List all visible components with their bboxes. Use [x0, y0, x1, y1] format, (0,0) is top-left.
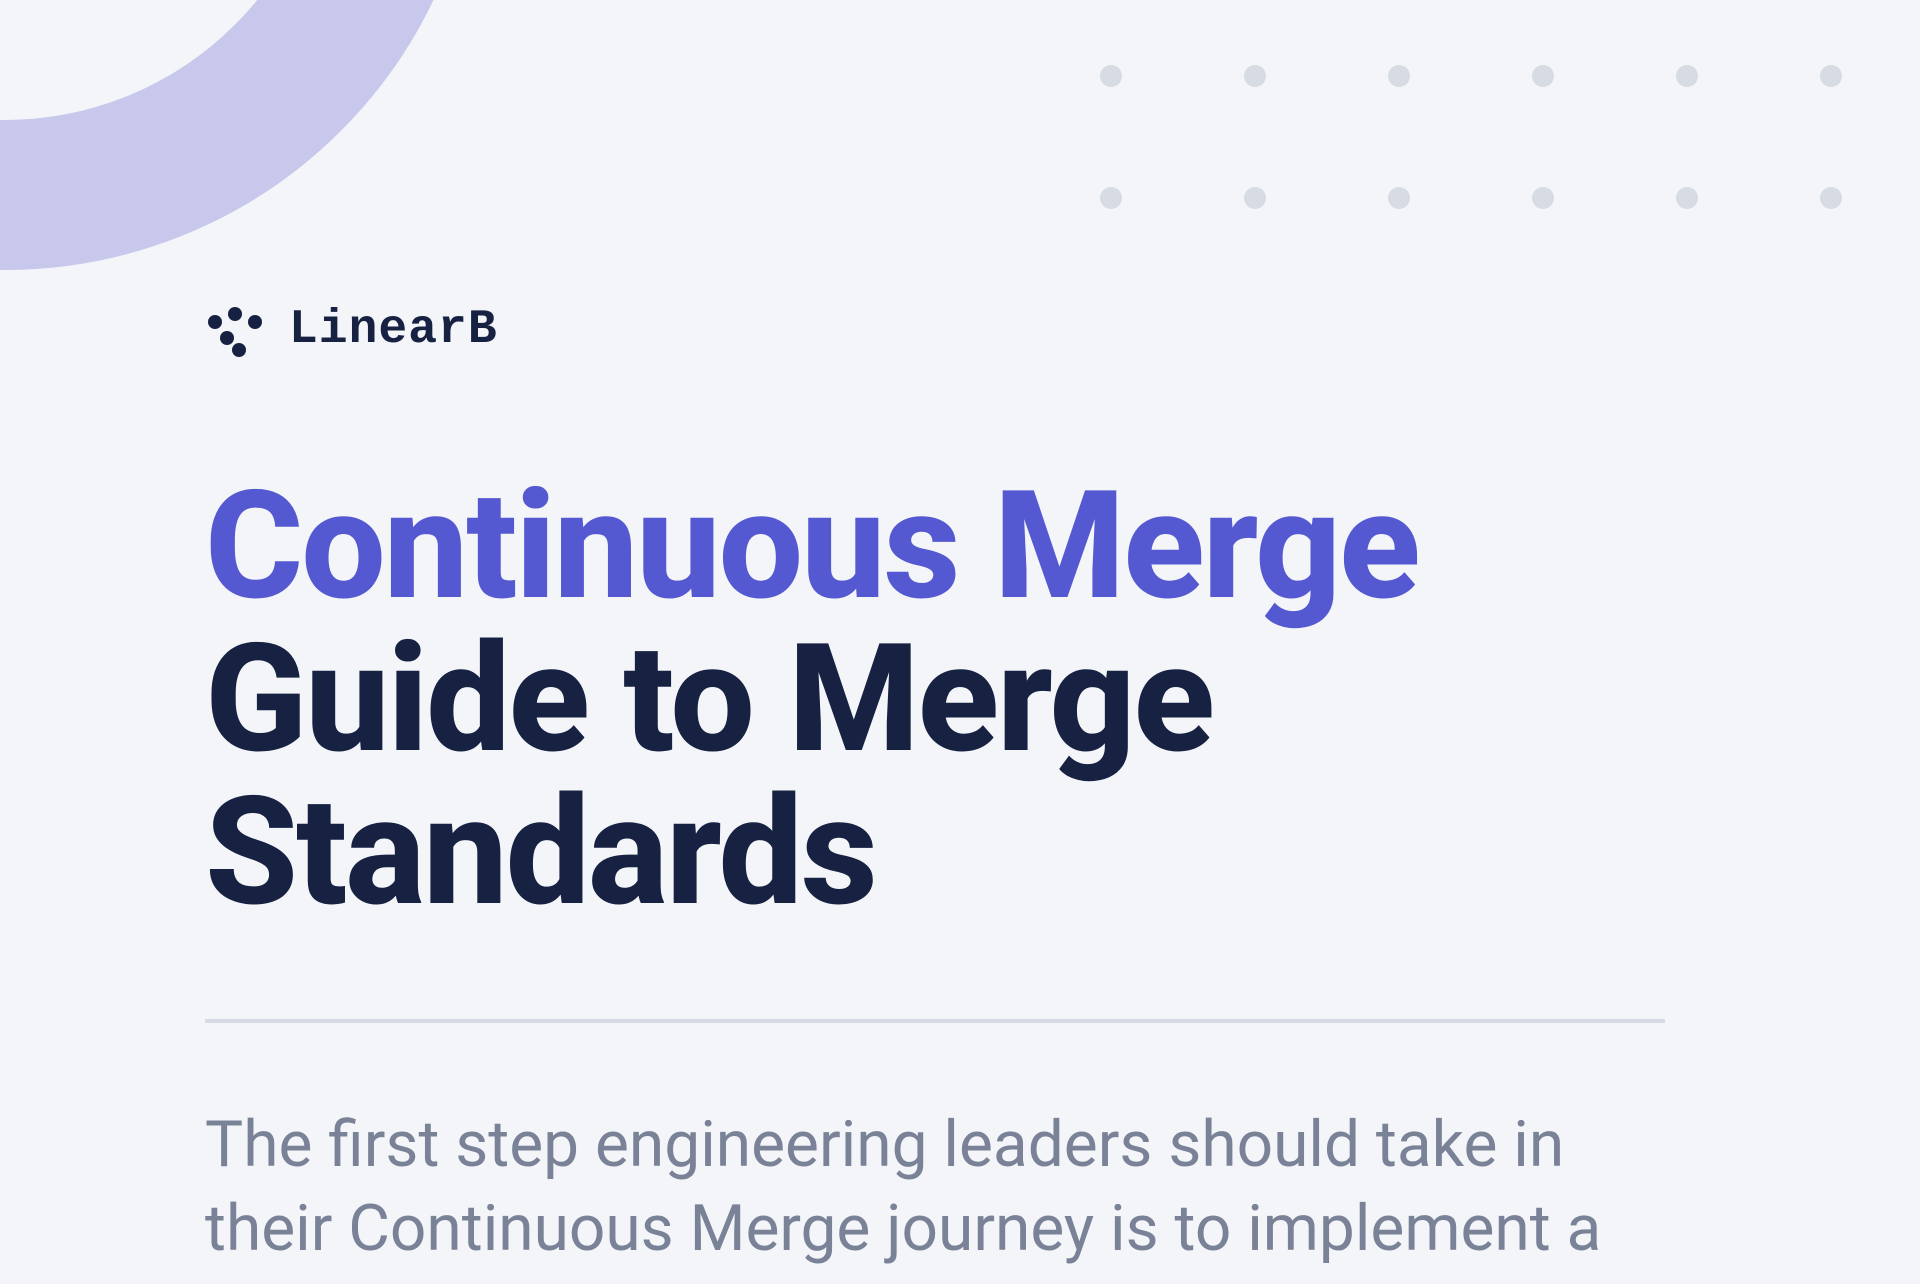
decor-dot: [1532, 65, 1554, 87]
decor-dot: [1676, 187, 1698, 209]
brand-lockup: LinearB: [205, 300, 1665, 360]
title-accent-line: Continuous Merge: [205, 458, 1418, 634]
decor-dot: [1100, 65, 1122, 87]
divider: [205, 1019, 1665, 1023]
title-rest: Guide to Merge Standards: [205, 611, 1213, 940]
page-title: Continuous Merge Guide to Merge Standard…: [205, 470, 1665, 929]
body-paragraph: The first step engineering leaders shoul…: [205, 1103, 1665, 1284]
content-area: LinearB Continuous Merge Guide to Merge …: [205, 300, 1665, 1284]
decor-dot: [1388, 65, 1410, 87]
linearb-logo-icon: [205, 300, 265, 360]
decor-dot: [1388, 187, 1410, 209]
brand-name: LinearB: [289, 303, 498, 357]
decor-dot: [1820, 65, 1842, 87]
document-page: LinearB Continuous Merge Guide to Merge …: [0, 0, 1920, 1284]
decor-dot: [1820, 187, 1842, 209]
decor-dot: [1676, 65, 1698, 87]
decor-dot: [1244, 65, 1266, 87]
decor-dot-grid: [1100, 65, 1842, 209]
decor-dot: [1100, 187, 1122, 209]
decor-dot: [1532, 187, 1554, 209]
decor-dot: [1244, 187, 1266, 209]
decor-circle: [0, 0, 480, 270]
